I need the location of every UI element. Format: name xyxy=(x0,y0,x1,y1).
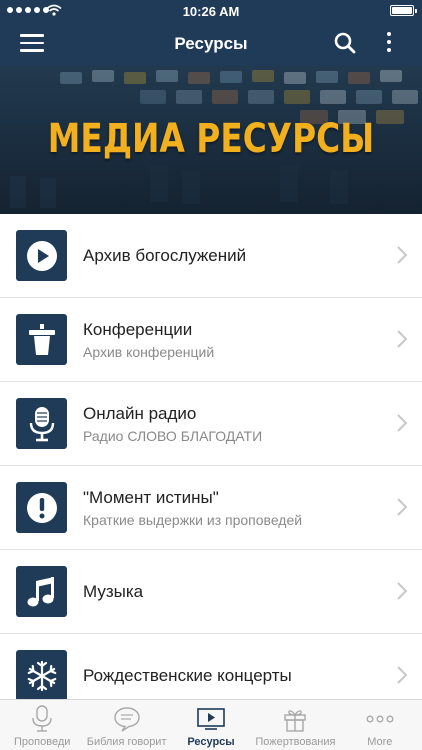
tab-donations[interactable]: Пожертвования xyxy=(253,700,337,750)
list-item-subtitle: Краткие выдержки из проповедей xyxy=(83,511,303,528)
play-icon xyxy=(26,240,57,271)
banner-headline: МЕДИА РЕСУРСЫ xyxy=(47,116,375,162)
more-horizontal-icon xyxy=(366,715,394,723)
list-item-subtitle: Архив конференций xyxy=(83,343,215,360)
chevron-right-icon xyxy=(397,498,407,516)
chevron-right-icon xyxy=(397,246,407,264)
tab-label: Ресурсы xyxy=(187,736,235,748)
page-title: Ресурсы xyxy=(174,34,248,53)
podium-icon xyxy=(28,323,55,355)
battery-icon xyxy=(390,5,417,16)
more-vertical-icon[interactable] xyxy=(384,32,394,56)
list-item-title: "Момент истины" xyxy=(83,487,219,507)
status-bar: 10:26 AM xyxy=(0,0,422,22)
tab-label: Пожертвования xyxy=(255,736,336,748)
list-item-radio[interactable]: Онлайн радио Радио СЛОВО БЛАГОДАТИ xyxy=(0,382,422,466)
list-item-title: Онлайн радио xyxy=(83,403,197,423)
chevron-right-icon xyxy=(397,582,407,600)
list-item-subtitle: Радио СЛОВО БЛАГОДАТИ xyxy=(83,427,263,444)
chevron-right-icon xyxy=(397,414,407,432)
tab-sermons[interactable]: Проповеди xyxy=(0,700,84,750)
list-item-title: Музыка xyxy=(83,581,144,601)
tab-bible-speaks[interactable]: Библия говорит xyxy=(84,700,168,750)
chevron-right-icon xyxy=(397,666,407,684)
list-item-christmas-concerts[interactable]: Рождественские концерты xyxy=(0,634,422,699)
resources-list: Архив богослужений Конференции Архив кон… xyxy=(0,214,422,699)
microphone-icon xyxy=(29,406,54,441)
chevron-right-icon xyxy=(397,330,407,348)
video-play-icon xyxy=(197,708,225,730)
status-time: 10:26 AM xyxy=(182,4,240,19)
list-item-title: Конференции xyxy=(83,319,193,339)
list-item-archive[interactable]: Архив богослужений xyxy=(0,214,422,298)
nav-bar: Ресурсы xyxy=(0,22,422,66)
tab-resources[interactable]: Ресурсы xyxy=(169,700,253,750)
tab-label: More xyxy=(367,736,393,748)
gift-icon xyxy=(284,710,307,732)
snowflake-icon xyxy=(27,660,56,691)
list-item-conferences[interactable]: Конференции Архив конференций xyxy=(0,298,422,382)
list-item-music[interactable]: Музыка xyxy=(0,550,422,634)
tab-label: Проповеди xyxy=(14,736,71,748)
search-icon[interactable] xyxy=(334,32,356,54)
tab-bar: Проповеди Библия говорит Ресурсы Пожертв… xyxy=(0,699,422,750)
list-item-title: Архив богослужений xyxy=(83,245,247,265)
header: 10:26 AM Ресурсы xyxy=(0,0,422,66)
media-banner: МЕДИА РЕСУРСЫ xyxy=(0,66,422,214)
microphone-icon xyxy=(32,705,52,732)
music-note-icon xyxy=(27,576,54,606)
exclamation-icon xyxy=(26,492,57,523)
tab-label: Библия говорит xyxy=(86,736,167,748)
tab-more[interactable]: More xyxy=(338,700,422,750)
list-item-moment-of-truth[interactable]: "Момент истины" Краткие выдержки из проп… xyxy=(0,466,422,550)
list-item-title: Рождественские концерты xyxy=(83,665,292,685)
speech-bubble-icon xyxy=(113,707,140,732)
